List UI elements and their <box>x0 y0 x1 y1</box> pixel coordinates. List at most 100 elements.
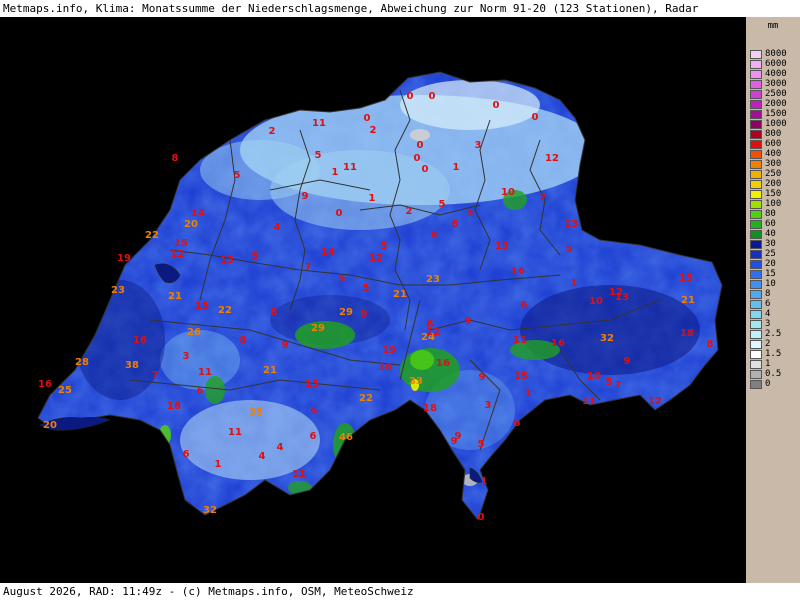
legend-label: 6000 <box>765 59 787 69</box>
legend-label: 1000 <box>765 119 787 129</box>
legend-entry: 1500 <box>750 110 787 119</box>
legend-label: 1.5 <box>765 349 782 359</box>
legend-label: 600 <box>765 139 782 149</box>
station-value: 9 <box>451 436 458 447</box>
legend-label: 800 <box>765 129 782 139</box>
station-value: 8 <box>240 335 247 346</box>
legend-swatch <box>750 210 762 219</box>
station-value: 11 <box>513 335 527 346</box>
station-value: 5 <box>478 439 485 450</box>
legend-swatch <box>750 330 762 339</box>
station-value: 23 <box>426 274 440 285</box>
station-value: 21 <box>393 289 407 300</box>
footer-info: August 2026, RAD: 11:49z - (c) Metmaps.i… <box>0 583 800 600</box>
station-value: 10 <box>501 187 515 198</box>
legend-entry: 600 <box>750 140 781 149</box>
legend-swatch <box>750 140 762 149</box>
station-value: 15 <box>174 238 188 249</box>
legend-label: 400 <box>765 149 782 159</box>
legend-swatch <box>750 350 762 359</box>
station-value: 22 <box>359 393 373 404</box>
legend-swatch <box>750 60 762 69</box>
station-value: 5 <box>439 199 446 210</box>
station-value: 8 <box>707 339 714 350</box>
station-value: 13 <box>615 292 629 303</box>
station-value: 23 <box>111 285 125 296</box>
station-value: 18 <box>423 403 437 414</box>
legend-entry: 3000 <box>750 80 787 89</box>
station-value: 15 <box>679 273 693 284</box>
station-value: 2 <box>370 125 377 136</box>
legend-swatch <box>750 70 762 79</box>
legend-label: 8000 <box>765 49 787 59</box>
legend-swatch <box>750 230 762 239</box>
station-value: 0 <box>532 112 539 123</box>
station-value: 5 <box>566 244 573 255</box>
station-value: 0 <box>417 140 424 151</box>
legend-swatch <box>750 370 762 379</box>
station-value: 5 <box>363 283 370 294</box>
station-value: 32 <box>203 505 217 516</box>
station-value: 22 <box>218 305 232 316</box>
station-value: 13 <box>495 241 509 252</box>
legend-entry: 3 <box>750 320 770 329</box>
station-value: 28 <box>75 357 89 368</box>
station-value: 0 <box>422 164 429 175</box>
station-value: 1 <box>332 167 339 178</box>
station-value: 1 <box>215 459 222 470</box>
legend-swatch <box>750 120 762 129</box>
station-value: 35 <box>249 407 263 418</box>
station-value: 2 <box>269 126 276 137</box>
legend-entry: 2 <box>750 340 770 349</box>
legend-swatch <box>750 380 762 389</box>
station-value: 20 <box>184 219 198 230</box>
station-value: 15 <box>195 301 209 312</box>
station-value: 5 <box>381 241 388 252</box>
station-value: 11 <box>343 162 357 173</box>
station-value: 8 <box>172 153 179 164</box>
station-value: 3 <box>485 400 492 411</box>
station-value: 5 <box>252 251 259 262</box>
legend-label: 2500 <box>765 89 787 99</box>
legend-entry: 80 <box>750 210 776 219</box>
legend-swatch <box>750 240 762 249</box>
legend-label: 0.5 <box>765 369 782 379</box>
station-value: 15 <box>514 371 528 382</box>
legend-entry: 200 <box>750 180 781 189</box>
station-value: 11 <box>198 367 212 378</box>
legend-entry: 4 <box>750 310 770 319</box>
legend-swatch <box>750 280 762 289</box>
station-value: 6 <box>452 219 459 230</box>
station-value: 20 <box>43 420 57 431</box>
station-value: 9 <box>302 191 309 202</box>
station-value: 7 <box>305 262 312 273</box>
station-value: 13 <box>564 219 578 230</box>
legend-swatch <box>750 100 762 109</box>
station-value: 29 <box>311 323 325 334</box>
legend-entry: 20 <box>750 260 776 269</box>
legend-swatch <box>750 80 762 89</box>
station-value: 13 <box>220 255 234 266</box>
station-value: 6 <box>183 449 190 460</box>
legend-label: 200 <box>765 179 782 189</box>
station-value: 18 <box>680 328 694 339</box>
legend-label: 250 <box>765 169 782 179</box>
station-value: 1 <box>571 278 578 289</box>
map-title: Metmaps.info, Klima: Monatssumme der Nie… <box>0 0 800 17</box>
station-value: 9 <box>361 309 368 320</box>
legend-swatch <box>750 300 762 309</box>
station-value: 14 <box>321 247 335 258</box>
legend-entry: 400 <box>750 150 781 159</box>
legend-entry: 300 <box>750 160 781 169</box>
legend-entry: 6000 <box>750 60 787 69</box>
legend-entry: 0 <box>750 380 770 389</box>
station-value: 21 <box>168 291 182 302</box>
precipitation-map[interactable]: 0 0 0 0 0 11 2 2 0 3 8 5 0 12 11 0 1 1 5 9 1 10 7 5 0 2 3 14 20 4 6 13 2… <box>0 17 746 583</box>
legend-swatch <box>750 90 762 99</box>
station-value: 9 <box>282 340 289 351</box>
legend-entry: 800 <box>750 130 781 139</box>
station-value: 0 <box>414 153 421 164</box>
legend-label: 15 <box>765 269 776 279</box>
legend-swatch <box>750 220 762 229</box>
station-value: 6 <box>310 431 317 442</box>
